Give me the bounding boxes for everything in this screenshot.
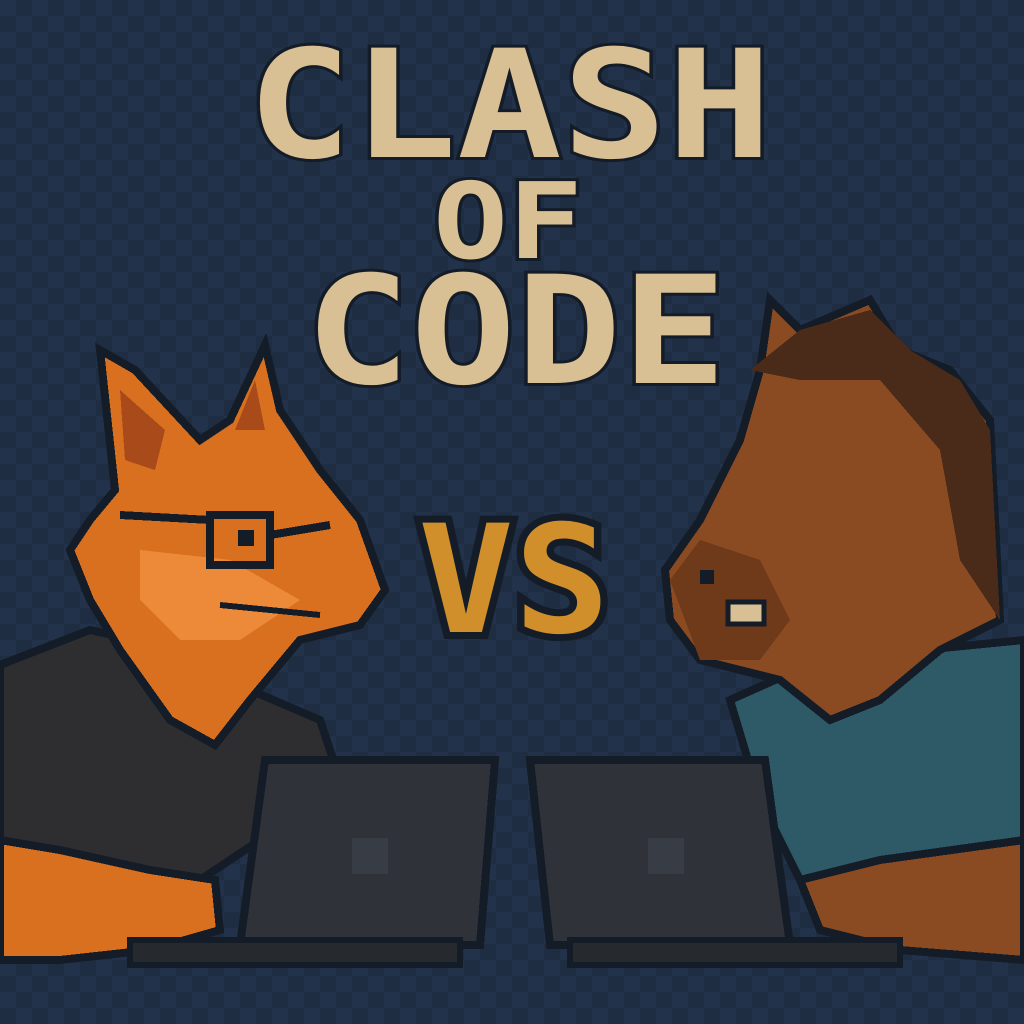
laptop-logo-icon <box>352 838 388 874</box>
horse-eye <box>725 599 767 627</box>
title-line-3: CODE <box>305 245 727 419</box>
poster: CLASH OF CODE VS <box>0 0 1024 1024</box>
fox-eye <box>238 530 254 546</box>
laptop-logo-icon <box>648 838 684 874</box>
versus-label: VS <box>418 494 610 668</box>
horse-nostril <box>700 570 714 584</box>
illustration: CLASH OF CODE VS <box>0 0 1024 1024</box>
